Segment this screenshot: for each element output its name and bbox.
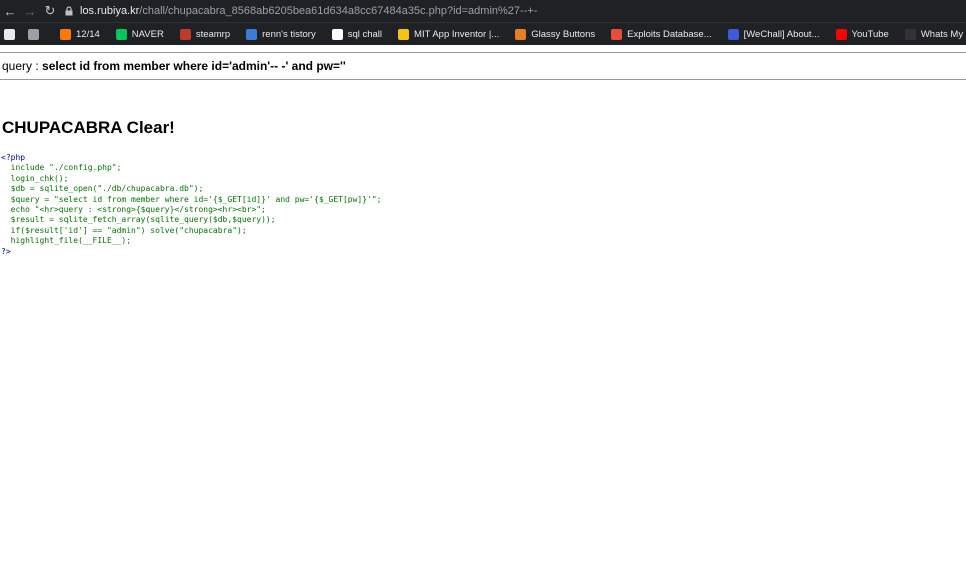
- code-line: ?>: [1, 246, 11, 256]
- exploitdb-icon: [611, 28, 623, 40]
- youtube-icon: [835, 28, 847, 40]
- bookmark-item[interactable]: sql chall: [331, 28, 383, 40]
- code-line: <?php: [1, 153, 26, 162]
- code-line: $result = sqlite_fetch_array(sqlite_quer…: [1, 215, 276, 225]
- url-host: los.rubiya.kr: [80, 5, 140, 17]
- code-line: include "./config.php";: [1, 163, 122, 173]
- bookmark-item[interactable]: renn's tistory: [246, 28, 316, 40]
- bookmark-item[interactable]: Whats My IP Addr...: [904, 28, 966, 40]
- bookmark-item[interactable]: MIT App Inventor |...: [398, 28, 500, 40]
- naver-icon: [115, 28, 127, 40]
- app-inventor-icon: [398, 28, 410, 40]
- tistory-icon: [246, 28, 258, 40]
- bookmark-item[interactable]: YouTube: [835, 28, 889, 40]
- lock-icon[interactable]: [64, 6, 74, 16]
- bookmark-item[interactable]: [4, 28, 20, 40]
- forward-icon[interactable]: →: [20, 4, 40, 19]
- query-line: query : select id from member where id='…: [0, 53, 966, 77]
- code-line: login_chk();: [1, 173, 69, 183]
- bookmark-label: MIT App Inventor |...: [414, 28, 500, 40]
- bookmark-label: renn's tistory: [262, 28, 316, 40]
- bookmark-label: sql chall: [347, 28, 383, 40]
- reload-icon[interactable]: ↻: [40, 3, 60, 19]
- whatsmyip-icon: [904, 28, 916, 40]
- back-icon[interactable]: ←: [0, 4, 20, 19]
- bookmark-item[interactable]: [28, 28, 44, 40]
- glassy-icon: [515, 28, 527, 40]
- browser-address-bar: ← → ↻ los.rubiya.kr/chall/chupacabra_856…: [0, 0, 966, 22]
- source-code: <?php include "./config.php"; login_chk(…: [1, 153, 966, 257]
- apps-grid-icon: [4, 28, 15, 40]
- bookmark-item[interactable]: NAVER: [115, 28, 164, 40]
- query-label: query :: [2, 59, 43, 73]
- page-content: query : select id from member where id='…: [0, 52, 966, 257]
- bookmark-item[interactable]: steamrp: [179, 28, 231, 40]
- divider-bottom: [0, 79, 966, 80]
- bookmark-label: Exploits Database...: [627, 28, 712, 40]
- blank-doc-icon: [28, 28, 39, 40]
- code-line: if($result['id'] == "admin") solve("chup…: [1, 225, 247, 235]
- bookmark-label: steamrp: [195, 28, 231, 40]
- code-line: $db = sqlite_open("./db/chupacabra.db");: [1, 184, 204, 194]
- bookmark-label: Whats My IP Addr...: [920, 28, 966, 40]
- bookmark-label: Glassy Buttons: [531, 28, 596, 40]
- bookmark-item[interactable]: Exploits Database...: [611, 28, 712, 40]
- bookmark-item[interactable]: 12/14: [60, 28, 100, 40]
- url-field[interactable]: los.rubiya.kr/chall/chupacabra_8568ab620…: [80, 5, 537, 17]
- code-line: echo "<hr>query : <strong>{$query}</stro…: [1, 205, 266, 215]
- bookmark-label: 12/14: [76, 28, 100, 40]
- bookmark-item[interactable]: Glassy Buttons: [515, 28, 596, 40]
- bookmark-label: NAVER: [131, 28, 164, 40]
- blogger-icon: [60, 28, 71, 40]
- bookmark-label: [WeChall] About...: [743, 28, 820, 40]
- steamrp-icon: [179, 28, 191, 40]
- wechall-icon: [727, 28, 739, 40]
- page-title: CHUPACABRA Clear!: [2, 118, 175, 137]
- bookmark-item[interactable]: [WeChall] About...: [727, 28, 820, 40]
- bookmark-label: YouTube: [851, 28, 889, 40]
- code-line: $query = "select id from member where id…: [1, 194, 382, 204]
- z-icon: [331, 28, 343, 40]
- query-value: select id from member where id='admin'--…: [42, 59, 346, 73]
- url-path: /chall/chupacabra_8568ab6205bea61d634a8c…: [139, 5, 538, 17]
- code-line: highlight_file(__FILE__);: [1, 236, 132, 246]
- bookmarks-bar: 12/14 NAVER steamrp renn's tistory sql chall…: [0, 22, 966, 45]
